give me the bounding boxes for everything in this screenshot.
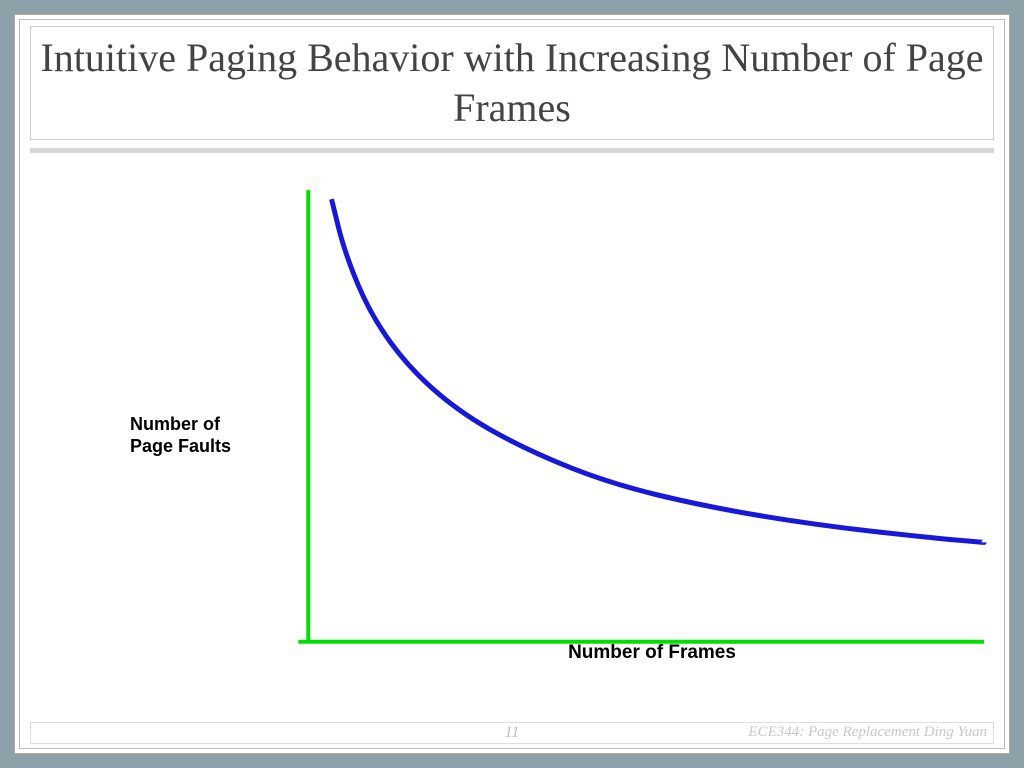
slide-frame-outer: Intuitive Paging Behavior with Increasin…	[14, 14, 1010, 754]
footer: 11 ECE344: Page Replacement Ding Yuan	[30, 722, 994, 744]
title-container: Intuitive Paging Behavior with Increasin…	[30, 26, 994, 140]
title-divider	[30, 148, 994, 153]
page-number: 11	[505, 724, 520, 742]
y-axis-label: Number ofPage Faults	[130, 414, 231, 457]
course-info: ECE344: Page Replacement Ding Yuan	[748, 724, 987, 741]
y-axis-label-text: Number ofPage Faults	[130, 414, 231, 456]
x-axis-label: Number of Frames	[30, 642, 994, 664]
page-fault-curve	[332, 199, 985, 542]
chart-area: Number ofPage Faults Number of Frames	[30, 170, 994, 712]
slide-title: Intuitive Paging Behavior with Increasin…	[31, 33, 993, 133]
x-axis-label-text: Number of Frames	[568, 642, 736, 663]
slide-frame-inner: Intuitive Paging Behavior with Increasin…	[19, 19, 1005, 749]
